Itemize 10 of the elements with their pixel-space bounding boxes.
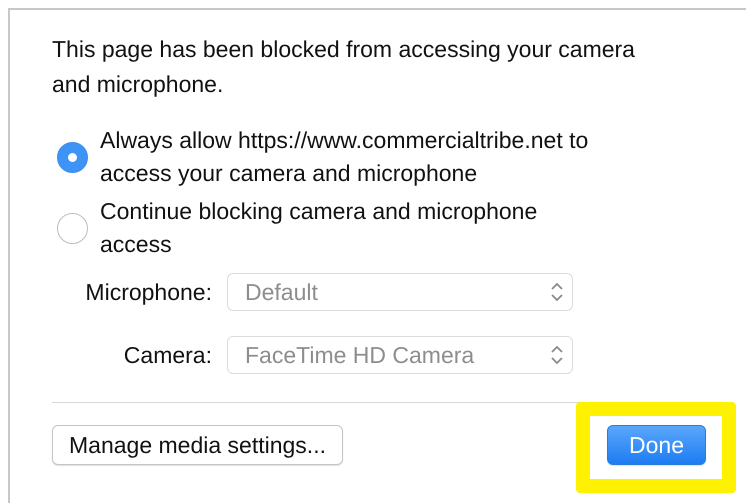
radio-button[interactable] xyxy=(57,142,88,172)
stepper-arrows-icon xyxy=(550,344,564,366)
field-label: Microphone: xyxy=(84,278,212,306)
settings-button[interactable]: Manage media settings... xyxy=(52,425,343,465)
field-label: Camera: xyxy=(122,342,212,368)
radio-label[interactable]: Continue blocking camera and microphone access xyxy=(100,195,600,261)
message-text: This page has been blocked from accessing your camera and microphone. xyxy=(52,35,636,99)
radio-label[interactable]: Always allow https://www.commercialtribe.net to access your camera and microphone xyxy=(100,124,600,190)
radio-button[interactable] xyxy=(57,212,88,244)
stepper-arrows-icon xyxy=(550,281,564,303)
